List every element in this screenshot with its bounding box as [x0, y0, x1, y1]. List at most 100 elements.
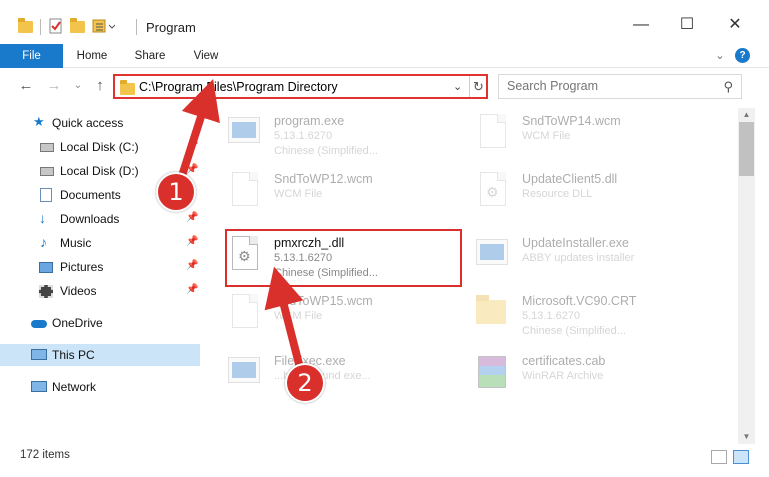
file-item[interactable]: ⚙ UpdateClient5.dll Resource DLL: [458, 166, 698, 226]
nav-label: Local Disk (D:): [60, 164, 139, 178]
tab-home[interactable]: Home: [68, 44, 116, 68]
tab-view[interactable]: View: [184, 44, 228, 68]
properties-checkmark-icon[interactable]: [48, 18, 64, 34]
navigation-pane: ★ Quick access Local Disk (C:) 📌 Local D…: [0, 108, 205, 438]
file-type: WCM File: [522, 130, 571, 142]
nav-label: Network: [52, 380, 97, 394]
details-view-icon[interactable]: [711, 450, 727, 464]
address-path[interactable]: C:\Program Files\Program Directory: [139, 80, 338, 94]
expand-ribbon-icon[interactable]: ⌄: [712, 44, 728, 68]
tab-share[interactable]: Share: [126, 44, 174, 68]
file-type: WinRAR Archive: [522, 370, 604, 382]
status-bar: 172 items: [0, 444, 769, 468]
pin-icon[interactable]: 📌: [186, 260, 198, 271]
scroll-down-icon[interactable]: ▼: [738, 430, 755, 444]
recent-locations-button[interactable]: ⌄: [68, 76, 88, 96]
pin-icon[interactable]: 📌: [186, 284, 198, 295]
folder-icon: [18, 18, 34, 34]
nav-label: Local Disk (C:): [60, 140, 139, 154]
customize-toolbar-icon[interactable]: [92, 18, 116, 34]
file-name: certificates.cab: [522, 354, 606, 368]
folder-icon: [120, 80, 135, 95]
exe-file-icon: [228, 114, 260, 154]
file-item[interactable]: FileExec.exe ...background exe...: [210, 348, 450, 408]
cloud-icon: [31, 320, 47, 328]
item-count: 172 items: [20, 449, 70, 461]
file-item[interactable]: Microsoft.VC90.CRT 5.13.1.6270 Chinese (…: [458, 288, 698, 348]
new-folder-icon[interactable]: [70, 18, 86, 34]
nav-item-network[interactable]: Network: [0, 376, 200, 398]
vertical-scrollbar[interactable]: ▲ ▼: [738, 108, 755, 444]
nav-label: Videos: [60, 284, 97, 298]
file-name: UpdateClient5.dll: [522, 172, 618, 186]
file-item[interactable]: SndToWP12.wcm WCM File: [210, 166, 450, 226]
minimize-button[interactable]: —: [618, 10, 664, 40]
nav-label: Quick access: [52, 116, 124, 130]
file-item[interactable]: certificates.cab WinRAR Archive: [458, 348, 698, 408]
nav-item-videos[interactable]: Videos 📌: [0, 280, 200, 302]
nav-label: OneDrive: [52, 316, 103, 330]
nav-item-quick-access[interactable]: ★ Quick access: [0, 112, 200, 134]
file-name: program.exe: [274, 114, 345, 128]
file-item[interactable]: program.exe 5.13.1.6270 Chinese (Simplif…: [210, 108, 450, 168]
file-item[interactable]: UpdateInstaller.exe ABBY updates install…: [458, 230, 698, 290]
file-name: SndToWP14.wcm: [522, 114, 621, 128]
nav-label: Downloads: [60, 212, 120, 226]
up-button[interactable]: ↑: [90, 76, 110, 96]
nav-item-this-pc[interactable]: This PC: [0, 344, 200, 366]
nav-item-local-disk-c[interactable]: Local Disk (C:) 📌: [0, 136, 200, 158]
scroll-up-icon[interactable]: ▲: [738, 108, 755, 122]
pin-icon[interactable]: 📌: [186, 140, 198, 151]
address-row: ← → ⌄ ↑ C:\Program Files\Program Directo…: [0, 68, 769, 106]
address-bar[interactable]: C:\Program Files\Program Directory ⌄ ↻: [113, 74, 488, 99]
tiles-view-icon[interactable]: [733, 450, 749, 464]
help-icon[interactable]: ?: [735, 48, 750, 63]
nav-label: Music: [60, 236, 92, 250]
close-button[interactable]: ✕: [712, 10, 758, 40]
scroll-thumb[interactable]: [739, 122, 754, 176]
pin-icon[interactable]: 📌: [186, 212, 198, 223]
file-version: 5.13.1.6270: [522, 310, 581, 322]
file-item[interactable]: SndToWP14.wcm WCM File: [458, 108, 698, 168]
back-button[interactable]: ←: [16, 76, 36, 96]
title-bar: Program — ☐ ✕: [0, 0, 769, 44]
maximize-button[interactable]: ☐: [664, 10, 710, 40]
document-icon: [228, 172, 260, 212]
nav-item-pictures[interactable]: Pictures 📌: [0, 256, 200, 278]
file-name: SndToWP12.wcm: [274, 172, 373, 186]
callout-step-1: 1: [156, 172, 196, 212]
nav-label: Documents: [60, 188, 121, 202]
document-icon: [476, 114, 508, 154]
search-input[interactable]: [507, 79, 707, 93]
divider: [136, 19, 137, 35]
file-type: WCM File: [274, 188, 323, 200]
archive-icon: [476, 354, 508, 394]
file-item[interactable]: SndToWP15.wcm WCM File: [210, 288, 450, 348]
tab-file[interactable]: File: [0, 44, 63, 68]
file-type: ABBY updates installer: [522, 252, 635, 264]
network-icon: [31, 381, 47, 392]
nav-item-onedrive[interactable]: OneDrive: [0, 312, 200, 334]
pin-icon[interactable]: 📌: [186, 164, 198, 175]
divider: [40, 19, 41, 35]
star-icon: ★: [33, 114, 45, 129]
file-description: Chinese (Simplified...: [522, 325, 626, 337]
nav-item-music[interactable]: ♪ Music 📌: [0, 232, 200, 254]
callout-step-2: 2: [285, 363, 325, 403]
pictures-icon: [39, 262, 53, 273]
search-box[interactable]: ⚲: [498, 74, 742, 99]
documents-icon: [40, 188, 52, 202]
music-note-icon: ♪: [40, 234, 47, 250]
dll-gear-icon: ⚙: [476, 172, 508, 212]
file-description: Chinese (Simplified...: [274, 145, 378, 157]
refresh-button[interactable]: ↻: [469, 76, 487, 97]
address-dropdown-icon[interactable]: ⌄: [453, 80, 462, 93]
computer-icon: [31, 349, 47, 360]
videos-icon: [39, 285, 53, 298]
search-icon[interactable]: ⚲: [723, 79, 733, 95]
window-title: Program: [146, 20, 196, 35]
file-highlight-box: [225, 229, 462, 287]
folder-icon: [476, 294, 508, 334]
forward-button[interactable]: →: [44, 76, 64, 96]
pin-icon[interactable]: 📌: [186, 236, 198, 247]
